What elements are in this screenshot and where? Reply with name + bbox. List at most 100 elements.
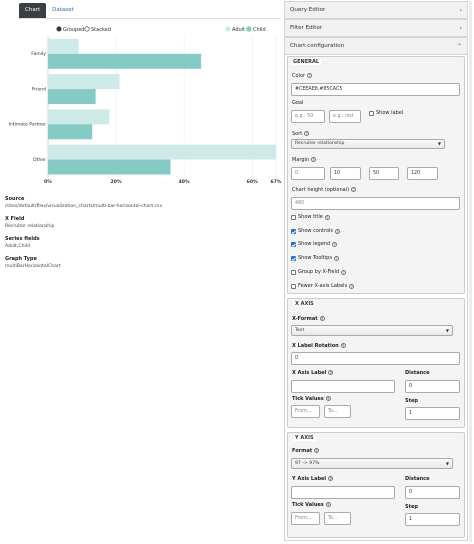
yformat-label-text: Format [292,448,313,454]
show-tooltips-checkbox[interactable]: Show Tooltips? [291,255,339,261]
x-tick-label: 67% [271,179,282,185]
yaxis-from-input[interactable]: From... [291,512,320,525]
x-tick-label: 20% [111,179,122,185]
tab-divider [19,18,281,19]
chart-area: Grouped Stacked Adult Child Family Friend I… [0,22,284,190]
help-icon[interactable]: ? [314,448,320,453]
tab-dataset[interactable]: Dataset [46,3,80,18]
chart-bars [48,38,276,175]
show-legend-checkbox[interactable]: Show legend? [291,241,338,247]
xaxis-tick-values-label: Tick Values? [292,396,331,402]
category-label: Friend [32,86,46,92]
yaxis-label-input[interactable] [291,486,395,499]
bar-child[interactable] [48,89,96,105]
xformat-select[interactable]: Text ▼ [291,325,453,336]
show-tooltips-text: Show Tooltips [298,255,332,261]
chart-configuration-panel[interactable]: Chart configuration ⌃ [284,37,468,55]
legend-item[interactable]: Adult [232,27,245,33]
help-icon[interactable]: ? [332,241,338,247]
margin-left-input[interactable]: 120 [407,167,438,180]
stacked-label[interactable]: Stacked [91,27,111,33]
checkbox-box[interactable] [291,269,296,275]
help-icon[interactable]: ? [324,214,330,220]
sort-label: Sort? [292,131,310,137]
checkbox-box[interactable] [291,214,296,220]
grouped-radio[interactable] [56,26,62,32]
grouped-label[interactable]: Grouped [63,27,84,33]
margin-top-input[interactable]: 0 [291,167,325,180]
xformat-label: X-Format? [292,316,325,322]
chart-info: Source /sites/default/files/visualizatio… [5,196,275,276]
yaxis-distance-label: Distance [405,476,430,482]
bar-child[interactable] [48,159,171,175]
x-tick-label: 60% [247,179,258,185]
series-fields-label: Series fields [5,236,40,242]
bar-child[interactable] [48,53,202,69]
legend-swatch[interactable] [246,26,252,32]
help-icon[interactable]: ? [341,269,347,275]
bar-adult[interactable] [48,144,276,160]
chart-height-input[interactable]: 480 [291,197,460,210]
tab-chart[interactable]: Chart [19,3,47,18]
group-by-xfield-checkbox[interactable]: Group by X-Field? [291,269,347,275]
checkbox-box[interactable] [291,255,296,261]
color-label: Color? [292,73,313,79]
x-tick-label: 40% [179,179,190,185]
xlabel-rotation-label-text: X Label Rotation [292,343,339,349]
margin-bottom-input[interactable]: 50 [369,167,399,180]
checkbox-box[interactable] [369,110,374,116]
chevron-right-icon: › [459,25,462,32]
stacked-radio[interactable] [84,26,90,32]
goal-color-input[interactable]: e.g.: red [329,110,361,123]
bar-adult[interactable] [48,38,79,54]
general-legend: GENERAL [291,59,322,65]
query-editor-panel[interactable]: Query Editor › [284,1,468,19]
xaxis-step-input[interactable]: 1 [405,407,460,420]
xlabel-rotation-input[interactable]: 0 [291,352,460,365]
help-icon[interactable]: ? [307,73,313,78]
xaxis-distance-input[interactable]: 0 [405,380,460,393]
show-controls-checkbox[interactable]: Show controls? [291,228,341,234]
filter-editor-panel[interactable]: Filter Editor › [284,19,468,37]
help-icon[interactable]: ? [325,502,331,507]
yaxis-distance-input[interactable]: 0 [405,486,460,499]
help-icon[interactable]: ? [340,343,346,348]
legend-item[interactable]: Child [253,27,266,33]
yaxis-step-input[interactable]: 1 [405,513,460,526]
help-icon[interactable]: ? [304,131,310,136]
help-icon[interactable]: ? [319,316,325,321]
xaxis-from-input[interactable]: From... [291,405,320,418]
help-icon[interactable]: ? [351,187,357,192]
show-label-checkbox[interactable]: Show label [369,110,403,116]
checkbox-box[interactable] [291,228,296,234]
show-title-text: Show title [298,214,323,220]
xaxis-label-label: X Axis Label? [292,370,334,376]
help-icon[interactable]: ? [349,283,355,289]
help-icon[interactable]: ? [311,157,317,162]
scrollbar[interactable] [469,1,472,542]
help-icon[interactable]: ? [335,228,341,234]
yformat-select[interactable]: 97 -> 97% ▼ [291,458,453,469]
fewer-xaxis-labels-checkbox[interactable]: Fewer X-axis Labels? [291,283,355,289]
source-label: Source [5,196,25,202]
xaxis-label-input[interactable] [291,380,395,393]
help-icon[interactable]: ? [328,476,334,481]
group-by-xfield-text: Group by X-Field [298,269,340,275]
bar-adult[interactable] [48,109,110,125]
color-input[interactable]: #CEEAE8,#85CAC5 [291,83,460,96]
yaxis-to-input[interactable]: To... [324,512,351,525]
margin-right-input[interactable]: 10 [330,167,361,180]
checkbox-box[interactable] [291,283,296,289]
help-icon[interactable]: ? [328,370,334,375]
goal-value-input[interactable]: e.g.: 50 [291,110,325,123]
yformat-select-value: 97 -> 97% [295,461,320,466]
bar-adult[interactable] [48,74,120,90]
legend-swatch[interactable] [225,26,231,32]
bar-child[interactable] [48,124,93,140]
help-icon[interactable]: ? [333,255,339,261]
sort-select[interactable]: Recruiter relationship ▼ [291,139,445,149]
show-title-checkbox[interactable]: Show title? [291,214,330,220]
checkbox-box[interactable] [291,241,296,247]
help-icon[interactable]: ? [325,396,331,401]
xaxis-to-input[interactable]: To... [324,405,351,418]
